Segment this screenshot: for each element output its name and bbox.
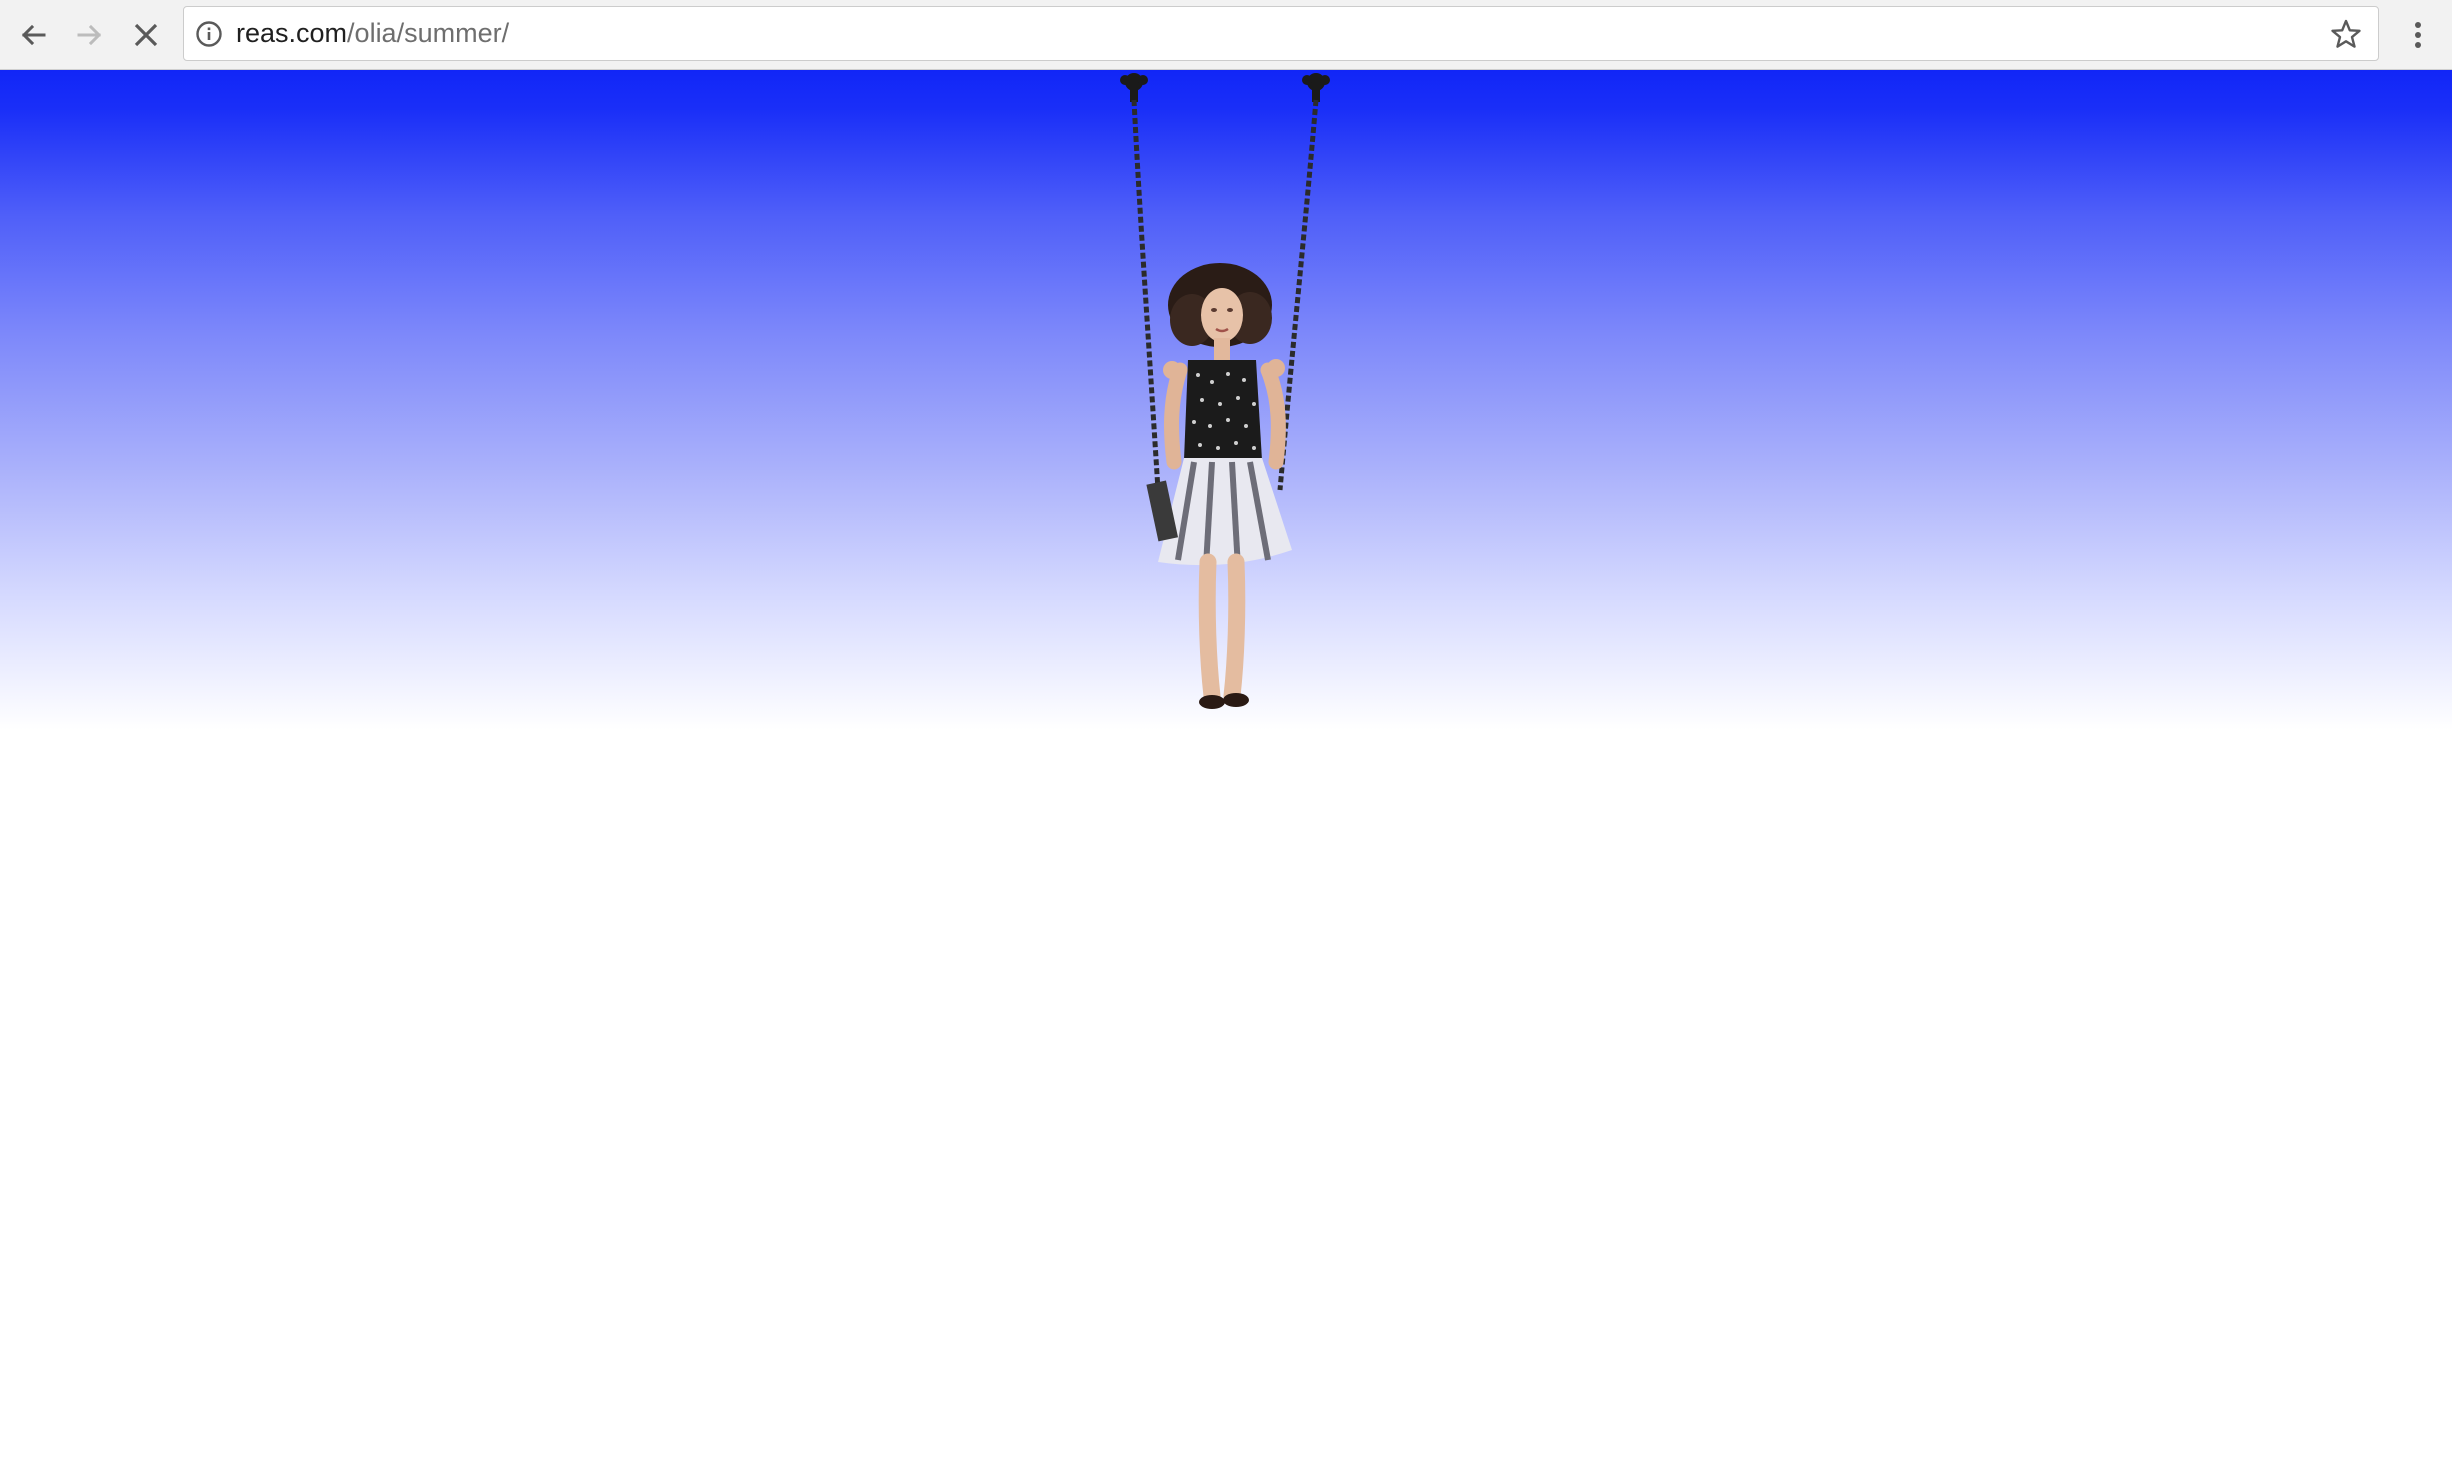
arrow-right-icon	[77, 24, 102, 46]
star-icon	[2331, 19, 2361, 48]
url-text[interactable]: reas.com/olia/summer/	[236, 7, 509, 60]
info-icon[interactable]	[195, 20, 223, 48]
kebab-menu-icon	[2415, 22, 2421, 48]
forward-button[interactable]	[67, 12, 113, 58]
close-icon	[134, 23, 158, 47]
page-viewport	[0, 70, 2452, 1466]
url-path: /olia/summer/	[347, 18, 510, 48]
arrow-left-icon	[21, 24, 46, 46]
url-host: reas.com	[236, 18, 348, 48]
stop-loading-button[interactable]	[123, 12, 169, 58]
person-on-swing-image	[1120, 73, 1330, 709]
back-button[interactable]	[10, 12, 56, 58]
address-bar[interactable]: reas.com/olia/summer/	[183, 6, 2379, 61]
bookmark-button[interactable]	[2328, 16, 2364, 52]
browser-menu-button[interactable]	[2400, 12, 2436, 58]
browser-toolbar: reas.com/olia/summer/	[0, 0, 2452, 70]
